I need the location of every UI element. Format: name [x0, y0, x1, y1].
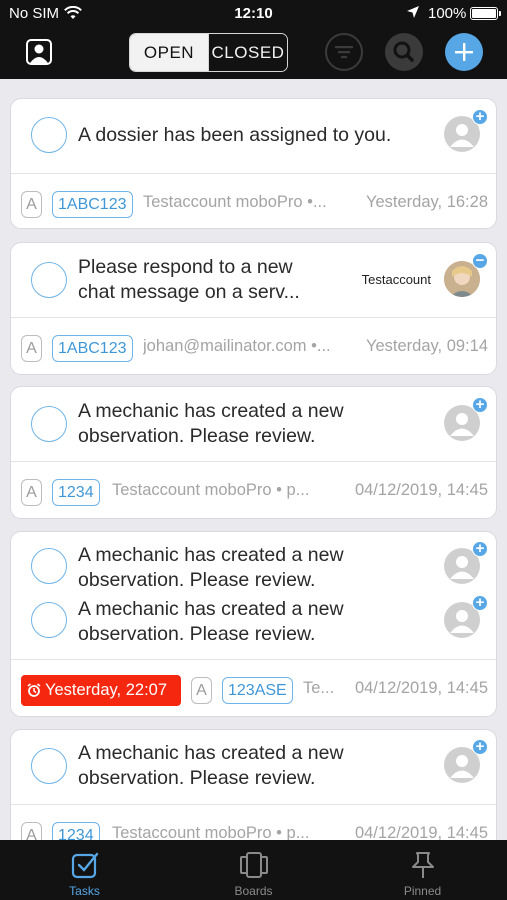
- task-title: Please respond to a new chat message on …: [78, 256, 300, 303]
- tasks-checkbox-icon: [71, 852, 99, 879]
- task-checkbox[interactable]: [31, 262, 67, 298]
- remove-assignee-badge[interactable]: −: [472, 253, 488, 269]
- task-footer: Yesterday, 22:07 A 123ASE Te... 04/12/20…: [11, 660, 496, 716]
- open-closed-toggle[interactable]: OPEN CLOSED: [129, 33, 288, 72]
- add-assignee-badge[interactable]: +: [472, 541, 488, 557]
- location-arrow-icon: [406, 5, 420, 23]
- task-date: Yesterday, 16:28: [365, 193, 488, 211]
- task-date: 04/12/2019, 14:45: [354, 679, 488, 697]
- filter-icon: [335, 46, 353, 59]
- add-assignee-badge[interactable]: +: [472, 595, 488, 611]
- task-meta: Testaccount moboPro •...: [143, 193, 327, 211]
- tab-label: Boards: [234, 884, 273, 898]
- dossier-id-tag[interactable]: 1234: [52, 822, 100, 840]
- due-date-label: Yesterday, 22:07: [45, 681, 168, 699]
- task-date: Yesterday, 09:14: [365, 337, 488, 355]
- tab-label: Tasks: [69, 884, 100, 898]
- task-footer: A 1234 Testaccount moboPro • p... 04/12/…: [11, 462, 496, 518]
- subtask-checkbox[interactable]: [31, 602, 67, 638]
- task-date: 04/12/2019, 14:45: [354, 824, 488, 840]
- task-row[interactable]: A dossier has been assigned to you. +: [11, 99, 496, 172]
- task-meta: Te...: [303, 679, 335, 697]
- type-tag: A: [21, 479, 42, 506]
- profile-button[interactable]: [26, 39, 52, 65]
- bottom-tab-bar: Tasks Boards Pinned: [0, 840, 507, 900]
- task-list[interactable]: A dossier has been assigned to you. + A …: [0, 79, 507, 840]
- tab-label: Pinned: [403, 884, 442, 898]
- task-card[interactable]: A mechanic has created a new observation…: [10, 729, 497, 840]
- task-title: A mechanic has created a new observation…: [78, 400, 344, 447]
- task-card[interactable]: A dossier has been assigned to you. + A …: [10, 98, 497, 229]
- task-checkbox[interactable]: [31, 117, 67, 153]
- type-tag: A: [21, 822, 42, 840]
- type-tag: A: [21, 335, 42, 362]
- type-tag: A: [191, 677, 212, 704]
- add-assignee-badge[interactable]: +: [472, 739, 488, 755]
- add-assignee-badge[interactable]: +: [472, 397, 488, 413]
- status-bar: No SIM 12:10 100%: [0, 0, 507, 28]
- task-card[interactable]: A mechanic has created a new observation…: [10, 386, 497, 519]
- plus-icon: [455, 43, 473, 61]
- tab-closed[interactable]: CLOSED: [208, 34, 287, 71]
- filter-button[interactable]: [325, 33, 363, 71]
- pin-icon: [412, 852, 434, 878]
- battery-icon: [470, 7, 501, 20]
- task-footer: A 1ABC123 Testaccount moboPro •... Yeste…: [11, 174, 496, 228]
- tab-open[interactable]: OPEN: [130, 34, 208, 71]
- dossier-id-tag[interactable]: 1ABC123: [52, 335, 133, 362]
- search-button[interactable]: [385, 33, 423, 71]
- task-checkbox[interactable]: [31, 748, 67, 784]
- tab-tasks[interactable]: Tasks: [0, 840, 169, 900]
- dossier-id-tag[interactable]: 1ABC123: [52, 191, 133, 218]
- task-date: 04/12/2019, 14:45: [354, 481, 488, 499]
- task-row[interactable]: Please respond to a new chat message on …: [11, 243, 496, 317]
- alarm-clock-icon: [27, 683, 41, 697]
- add-assignee-badge[interactable]: +: [472, 109, 488, 125]
- subtask-row[interactable]: A mechanic has created a new observation…: [11, 586, 496, 654]
- add-task-button[interactable]: [445, 33, 483, 71]
- task-title: A dossier has been assigned to you.: [78, 124, 392, 146]
- battery-percent: 100%: [428, 5, 467, 22]
- task-footer: A 1234 Testaccount moboPro • p... 04/12/…: [11, 805, 496, 840]
- profile-icon: [30, 44, 48, 63]
- task-meta: Testaccount moboPro • p...: [112, 824, 310, 840]
- task-card[interactable]: Please respond to a new chat message on …: [10, 242, 497, 375]
- due-date-badge[interactable]: Yesterday, 22:07: [21, 675, 181, 706]
- tab-boards[interactable]: Boards: [169, 840, 338, 900]
- task-title: A mechanic has created a new observation…: [78, 742, 344, 789]
- search-icon: [393, 41, 414, 62]
- type-tag: A: [21, 191, 42, 218]
- task-card[interactable]: A mechanic has created a new observation…: [10, 531, 497, 717]
- dossier-id-tag[interactable]: 123ASE: [222, 677, 293, 704]
- boards-icon: [240, 852, 268, 878]
- task-meta: Testaccount moboPro • p...: [112, 481, 310, 499]
- tab-pinned[interactable]: Pinned: [338, 840, 507, 900]
- dossier-id-tag[interactable]: 1234: [52, 479, 100, 506]
- task-row[interactable]: A mechanic has created a new observation…: [11, 387, 496, 461]
- task-row[interactable]: A mechanic has created a new observation…: [11, 730, 496, 804]
- task-footer: A 1ABC123 johan@mailinator.com •... Yest…: [11, 318, 496, 374]
- task-checkbox[interactable]: [31, 548, 67, 584]
- task-checkbox[interactable]: [31, 406, 67, 442]
- assignee-name: Testaccount: [361, 272, 431, 287]
- task-meta: johan@mailinator.com •...: [143, 337, 331, 355]
- subtask-title: A mechanic has created a new observation…: [78, 598, 344, 645]
- top-bar: No SIM 12:10 100% OPEN CLOSED: [0, 0, 507, 79]
